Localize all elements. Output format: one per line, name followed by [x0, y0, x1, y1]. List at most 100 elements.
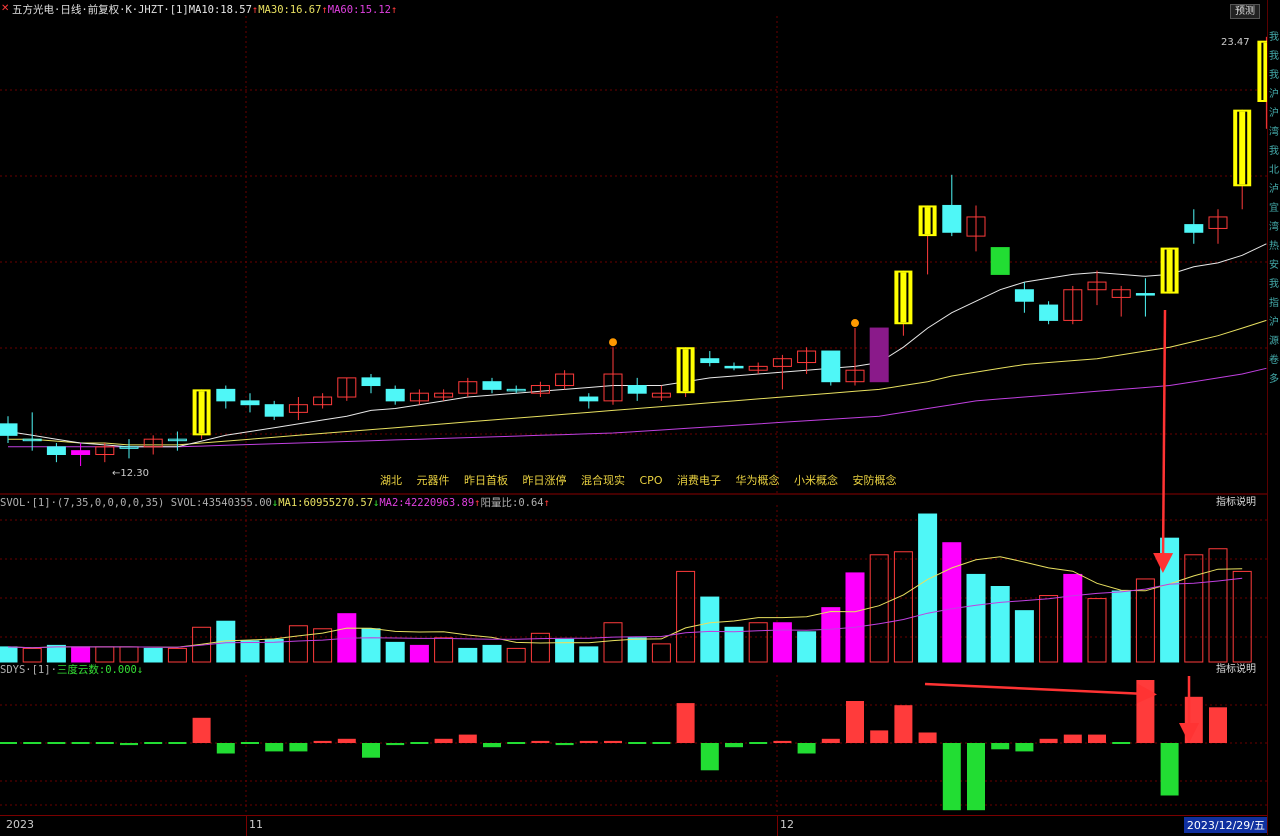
- concept-tag[interactable]: CPO: [640, 474, 663, 487]
- side-panel-char[interactable]: 沪: [1268, 104, 1280, 123]
- candle-body: [385, 388, 405, 402]
- candle: [627, 377, 647, 401]
- candle: [1039, 301, 1059, 325]
- side-panel-char[interactable]: 我: [1268, 275, 1280, 294]
- concept-tag[interactable]: 元器件: [417, 474, 450, 487]
- sdys-bar: [0, 742, 17, 744]
- concept-tag[interactable]: 小米概念: [794, 474, 838, 487]
- price-chart[interactable]: [0, 16, 1276, 495]
- volume-ma2-line: [7, 577, 1243, 649]
- concept-tag[interactable]: 华为概念: [735, 474, 779, 487]
- candle-body: [71, 450, 91, 456]
- sdys-bar: [386, 743, 405, 746]
- candle-body: [240, 400, 260, 406]
- window-close-icon[interactable]: ✕: [1, 3, 9, 14]
- volume-bar: [724, 626, 744, 663]
- sdys-bar: [1209, 707, 1227, 743]
- sdys-bar: [216, 743, 235, 754]
- volume-bar: [71, 646, 91, 663]
- sdys-bar: [555, 743, 574, 746]
- candle: [748, 362, 768, 375]
- stock-title: 五方光电·日线·前复权·K·JHZT·[1]: [12, 4, 189, 16]
- volume-bar: [409, 644, 429, 663]
- candle: [264, 400, 284, 421]
- candle: [192, 389, 211, 440]
- sdys-bar: [265, 743, 284, 752]
- axis-year-label: 2023: [6, 818, 34, 831]
- concept-tag[interactable]: 昨日首板: [464, 474, 508, 487]
- side-panel-char[interactable]: 沪: [1268, 85, 1280, 104]
- volume-bar: [627, 637, 647, 663]
- volume-bar: [434, 637, 454, 663]
- candle: [288, 397, 308, 421]
- concept-tag[interactable]: 安防概念: [852, 474, 896, 487]
- side-panel-char[interactable]: 热: [1268, 237, 1280, 256]
- candle: [22, 412, 42, 451]
- side-panel-char[interactable]: 源: [1268, 332, 1280, 351]
- volume-bar: [1014, 610, 1034, 663]
- volume-bar: [143, 647, 163, 663]
- axis-month-dec: 12: [780, 818, 794, 831]
- concept-tag[interactable]: 混合现实: [581, 474, 625, 487]
- candle: [579, 393, 599, 409]
- sdys-bar: [628, 742, 647, 744]
- ma60-value: MA60:15.12: [327, 4, 391, 16]
- candle-body: [264, 404, 284, 417]
- candle: [918, 205, 937, 275]
- candle: [676, 347, 695, 398]
- side-panel-char[interactable]: 湾: [1268, 123, 1280, 142]
- side-panel-char[interactable]: 宜: [1268, 199, 1280, 218]
- candle: [119, 439, 139, 459]
- volume-bar: [676, 570, 696, 663]
- side-panel-char[interactable]: 我: [1268, 142, 1280, 161]
- right-side-panel[interactable]: 我我我沪沪湾我北泸宜湾热安我指沪源卷多: [1267, 0, 1280, 835]
- sdys-bar: [1160, 743, 1179, 796]
- volume-bar: [167, 647, 187, 663]
- volume-bar: [1208, 548, 1228, 663]
- side-panel-char[interactable]: 我: [1268, 28, 1280, 47]
- sdys-svg: [0, 675, 1268, 815]
- concept-tag[interactable]: 湖北: [380, 474, 402, 487]
- volume-chart[interactable]: [0, 505, 1268, 663]
- price-indicator-bar: 五方光电·日线·前复权·K·JHZT·[1]MA10:18.57 ↑ MA30:16…: [12, 3, 397, 17]
- sdys-bar: [1039, 738, 1058, 743]
- candle: [313, 393, 333, 409]
- candle: [1063, 285, 1083, 325]
- concept-tag[interactable]: 消费电子: [677, 474, 721, 487]
- side-panel-char[interactable]: 指: [1268, 294, 1280, 313]
- candle-body-core: [1166, 249, 1173, 292]
- side-panel-char[interactable]: 泸: [1268, 180, 1280, 199]
- candle: [1160, 247, 1179, 294]
- candle: [700, 351, 720, 367]
- candle-body: [821, 350, 841, 383]
- sdys-chart[interactable]: [0, 675, 1268, 815]
- volume-bar: [1135, 578, 1155, 663]
- candle: [1184, 209, 1204, 244]
- current-date-label[interactable]: 2023/12/29/五: [1183, 817, 1268, 833]
- side-panel-char[interactable]: 湾: [1268, 218, 1280, 237]
- ma10-value: MA10:18.57: [188, 4, 252, 16]
- side-panel-char[interactable]: 沪: [1268, 313, 1280, 332]
- concept-tag[interactable]: 昨日涨停: [523, 474, 567, 487]
- candle-body-core: [682, 349, 689, 392]
- candle-body: [361, 377, 381, 387]
- candle: [434, 389, 454, 401]
- side-panel-char[interactable]: 卷: [1268, 351, 1280, 370]
- candle-body: [1014, 289, 1034, 302]
- side-panel-char[interactable]: 安: [1268, 256, 1280, 275]
- candle: [942, 174, 962, 237]
- sdys-bar: [168, 742, 187, 744]
- sdys-bar: [1136, 680, 1155, 743]
- volume-bar: [458, 647, 478, 663]
- candle: [458, 377, 478, 398]
- side-panel-char[interactable]: 多: [1268, 370, 1280, 389]
- sdys-bar: [604, 740, 622, 743]
- side-panel-char[interactable]: 我: [1268, 47, 1280, 66]
- side-panel-char[interactable]: 我: [1268, 66, 1280, 85]
- candle: [216, 385, 236, 409]
- candle: [385, 385, 405, 405]
- fire-marker-icon: [851, 319, 859, 328]
- side-panel-char[interactable]: 北: [1268, 161, 1280, 180]
- volume-bar: [579, 646, 599, 663]
- sdys-bar: [991, 743, 1010, 750]
